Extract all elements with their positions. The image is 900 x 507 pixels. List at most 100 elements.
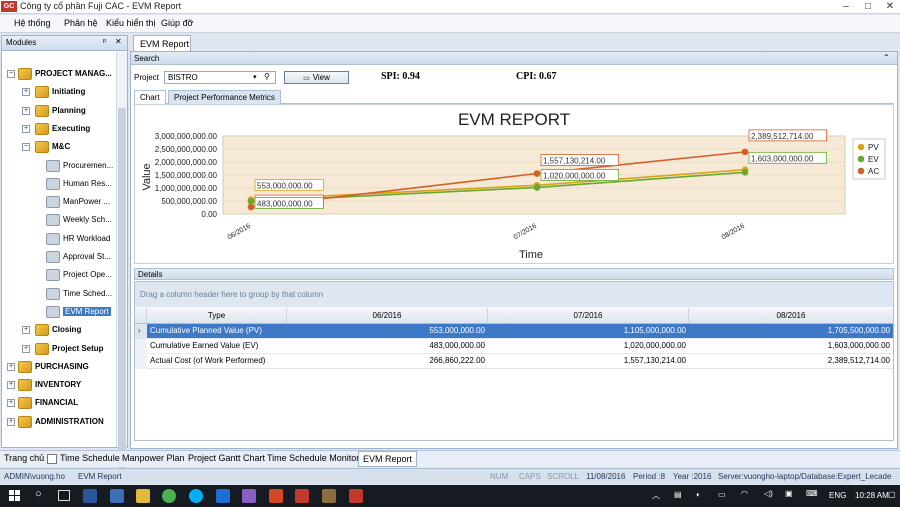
tree-item-evm-report[interactable]: EVM Report: [2, 303, 115, 321]
column-header-07-2016[interactable]: 07/2016: [488, 308, 689, 324]
save-app-icon[interactable]: [110, 489, 124, 503]
expand-icon[interactable]: +: [7, 362, 15, 371]
expand-icon[interactable]: +: [22, 326, 30, 335]
expand-icon[interactable]: +: [7, 381, 15, 390]
row-indicator[interactable]: [135, 354, 147, 369]
bottom-tab-manpower-plan[interactable]: Manpower Plan: [122, 453, 185, 463]
tree-item-approval-st[interactable]: Approval St...: [2, 248, 115, 266]
chrome-icon[interactable]: [162, 489, 176, 503]
outlook-icon[interactable]: [83, 489, 97, 503]
menu-view[interactable]: Kiểu hiển thị: [106, 18, 156, 28]
tray-icon-2[interactable]: ◐: [696, 490, 701, 499]
tree-item-manpower[interactable]: ManPower ...: [2, 193, 115, 211]
bottom-tab-time-schedule[interactable]: Time Schedule: [60, 453, 120, 463]
notification-icon[interactable]: ▢: [888, 490, 896, 499]
expand-icon[interactable]: +: [22, 124, 30, 133]
bottom-tab-evm-report[interactable]: EVM Report: [358, 451, 418, 467]
tree-item-project-ope[interactable]: Project Ope...: [2, 266, 115, 284]
tree-item-project-setup[interactable]: + Project Setup: [2, 340, 115, 358]
tab-chart[interactable]: Chart: [134, 90, 166, 104]
visual-studio-icon[interactable]: [242, 489, 256, 503]
battery-icon[interactable]: ▭: [718, 490, 726, 499]
view-button[interactable]: ▭ View: [284, 71, 349, 84]
volume-icon[interactable]: ◁): [764, 489, 773, 498]
collapse-icon[interactable]: ⌃: [883, 53, 890, 62]
gc-app-icon[interactable]: [295, 489, 309, 503]
menu-system[interactable]: Hệ thống: [14, 18, 51, 28]
menu-help[interactable]: Giúp đỡ: [161, 18, 193, 28]
tree-item-project-manag[interactable]: − PROJECT MANAG...: [2, 65, 115, 83]
tree-item-hr-workload[interactable]: HR Workload: [2, 230, 115, 248]
cell-value[interactable]: 483,000,000.00: [287, 339, 488, 354]
skype-icon[interactable]: [189, 489, 203, 503]
tree-item-procuremen[interactable]: Procuremen...: [2, 157, 115, 175]
cell-value[interactable]: 553,000,000.00: [287, 324, 488, 339]
tray-icon-1[interactable]: ▤: [674, 490, 682, 499]
tree-item-executing[interactable]: + Executing: [2, 120, 115, 138]
dropdown-arrow-icon[interactable]: ▾: [253, 73, 257, 81]
tree-item-time-sched[interactable]: Time Sched...: [2, 285, 115, 303]
tab-project-performance-metrics[interactable]: Project Performance Metrics: [168, 90, 281, 104]
table-row[interactable]: › Cumulative Planned Value (PV) 553,000,00…: [135, 324, 893, 339]
bottom-tab-time-schedule-monitor[interactable]: Time Schedule Monitor: [267, 453, 359, 463]
cell-value[interactable]: 1,557,130,214.00: [488, 354, 689, 369]
tray-icon-3[interactable]: ▣: [785, 489, 793, 498]
expand-icon[interactable]: +: [22, 106, 30, 115]
windows-start-icon[interactable]: [9, 490, 21, 502]
close-button[interactable]: ✕: [880, 0, 900, 14]
cell-value[interactable]: 266,860,222.00: [287, 354, 488, 369]
row-indicator[interactable]: [135, 339, 147, 354]
bottom-tab-home[interactable]: Trang chủ: [4, 453, 44, 463]
expand-icon[interactable]: +: [7, 417, 15, 426]
search-taskbar-icon[interactable]: ○: [35, 488, 42, 500]
language-indicator[interactable]: ENG: [829, 491, 846, 500]
cell-type[interactable]: Cumulative Earned Value (EV): [147, 339, 287, 354]
tree-item-purchasing[interactable]: + PURCHASING: [2, 358, 115, 376]
expand-icon[interactable]: +: [22, 88, 30, 97]
close-panel-icon[interactable]: ✕: [115, 37, 122, 46]
cell-value[interactable]: 1,705,500,000.00: [689, 324, 893, 339]
table-row[interactable]: Cumulative Earned Value (EV) 483,000,000.…: [135, 339, 893, 354]
expand-icon[interactable]: +: [22, 344, 30, 353]
file-explorer-icon[interactable]: [136, 489, 150, 503]
cell-value[interactable]: 1,105,000,000.00: [488, 324, 689, 339]
row-indicator[interactable]: ›: [135, 324, 147, 339]
sql-icon[interactable]: [216, 489, 230, 503]
collapse-tree-icon[interactable]: −: [22, 143, 30, 152]
tree-item-initiating[interactable]: + Initiating: [2, 83, 115, 101]
cell-value[interactable]: 1,020,000,000.00: [488, 339, 689, 354]
powerpoint-icon[interactable]: [269, 489, 283, 503]
bottom-tab-project-gantt-chart[interactable]: Project Gantt Chart: [188, 453, 265, 463]
collapse-tree-icon[interactable]: −: [7, 70, 15, 78]
cell-value[interactable]: 1,603,000,000.00: [689, 339, 893, 354]
app-icon[interactable]: [322, 489, 336, 503]
tree-item-inventory[interactable]: + INVENTORY: [2, 376, 115, 394]
cell-type[interactable]: Cumulative Planned Value (PV): [147, 324, 287, 339]
group-panel-hint[interactable]: Drag a column header here to group by th…: [135, 282, 893, 307]
search-icon[interactable]: ⚲: [264, 72, 270, 81]
tree-item-m-c[interactable]: − M&C: [2, 138, 115, 156]
tree-item-weekly-sch[interactable]: Weekly Sch...: [2, 211, 115, 229]
pin-icon[interactable]: ᵖ: [103, 37, 106, 46]
tree-item-human-res[interactable]: Human Res...: [2, 175, 115, 193]
column-header-06-2016[interactable]: 06/2016: [287, 308, 488, 324]
column-header-08-2016[interactable]: 08/2016: [689, 308, 893, 324]
column-header-type[interactable]: Type: [147, 308, 287, 324]
maximize-button[interactable]: □: [858, 0, 878, 14]
tree-item-planning[interactable]: + Planning: [2, 102, 115, 120]
expand-icon[interactable]: +: [7, 399, 15, 408]
menu-modules[interactable]: Phân hệ: [64, 18, 98, 28]
tree-item-closing[interactable]: + Closing: [2, 321, 115, 339]
minimize-button[interactable]: –: [836, 0, 856, 14]
tree-item-administration[interactable]: + ADMINISTRATION: [2, 413, 115, 431]
gc-app-icon-2[interactable]: [349, 489, 363, 503]
tree-item-financial[interactable]: + FINANCIAL: [2, 394, 115, 412]
document-tab-evm-report[interactable]: EVM Report: [133, 35, 191, 51]
cell-type[interactable]: Actual Cost (of Work Performed): [147, 354, 287, 369]
wifi-icon[interactable]: ◠: [741, 489, 748, 498]
table-row[interactable]: Actual Cost (of Work Performed) 266,860,2…: [135, 354, 893, 369]
keyboard-icon[interactable]: ⌨: [806, 489, 818, 498]
cell-value[interactable]: 2,389,512,714.00: [689, 354, 893, 369]
project-select[interactable]: BISTRO ▾ ⚲: [164, 71, 276, 84]
modules-scroll-thumb[interactable]: [118, 108, 126, 468]
